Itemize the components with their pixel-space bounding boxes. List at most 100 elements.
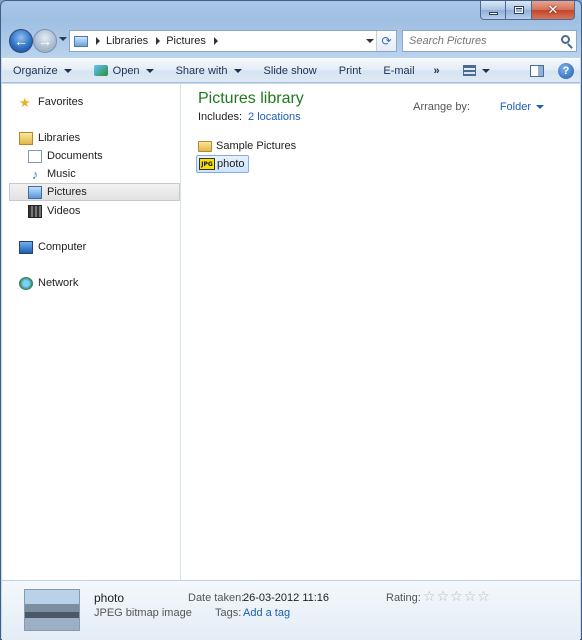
nav-item-computer[interactable]: Computer <box>9 238 181 256</box>
maximize-icon <box>513 6 524 14</box>
caption-buttons: ✕ <box>480 1 575 20</box>
rating-control[interactable]: ☆ ☆ ☆ ☆ ☆ <box>423 590 491 604</box>
star-icon[interactable]: ☆ <box>423 590 436 604</box>
chevron-down-icon <box>481 68 490 73</box>
nav-item-music[interactable]: ♪ Music <box>28 165 180 183</box>
star-icon: ★ <box>19 94 31 110</box>
command-bar: Organize Open Share with Slide show Prin… <box>2 58 580 83</box>
nav-item-pictures[interactable]: Pictures <box>9 183 180 201</box>
chevron-down-icon <box>536 105 544 109</box>
search-input[interactable] <box>409 35 559 47</box>
list-item[interactable]: JPG photo <box>196 155 249 173</box>
computer-icon <box>19 240 33 254</box>
date-taken-value[interactable]: 26-03-2012 11:16 <box>243 592 329 604</box>
view-icon <box>462 65 476 76</box>
nav-label: Network <box>38 277 79 289</box>
nav-item-libraries[interactable]: Libraries <box>9 129 181 147</box>
slide-show-button[interactable]: Slide show <box>253 60 328 82</box>
organize-button[interactable]: Organize <box>2 60 83 82</box>
details-file-type: JPEG bitmap image <box>94 607 192 619</box>
minimize-button[interactable] <box>480 1 506 20</box>
locations-link[interactable]: 2 locations <box>248 111 301 123</box>
jpg-file-icon: JPG <box>199 158 215 170</box>
help-icon[interactable]: ? <box>558 62 574 79</box>
arrange-by-dropdown[interactable]: Folder <box>500 101 544 113</box>
slide-show-label: Slide show <box>263 64 317 77</box>
breadcrumb-separator-icon[interactable] <box>156 37 161 45</box>
nav-label: Pictures <box>47 186 87 198</box>
chevron-down-icon <box>233 68 242 73</box>
nav-label: Documents <box>47 150 103 162</box>
maximize-button[interactable] <box>506 1 532 20</box>
open-label: Open <box>112 64 140 77</box>
file-name: photo <box>217 158 245 170</box>
nav-item-network[interactable]: Network <box>9 274 181 292</box>
library-includes: Includes: 2 locations <box>198 111 301 123</box>
nav-label: Videos <box>47 205 81 217</box>
includes-label: Includes: <box>198 111 243 123</box>
date-taken-label: Date taken: <box>188 592 245 604</box>
explorer-window: ✕ ← → Libraries Pictures ⟳ Organize Open <box>0 0 582 640</box>
breadcrumb-libraries[interactable]: Libraries <box>106 35 148 47</box>
navigation-row: ← → Libraries Pictures ⟳ <box>7 27 577 55</box>
nav-item-videos[interactable]: Videos <box>28 202 180 220</box>
pictures-library-icon <box>74 35 88 47</box>
star-icon[interactable]: ☆ <box>450 590 463 604</box>
open-button[interactable]: Open <box>83 60 165 82</box>
library-title: Pictures library <box>198 90 304 107</box>
nav-item-documents[interactable]: Documents <box>28 147 180 165</box>
details-file-name: photo <box>94 591 125 605</box>
photo-thumbnail <box>24 589 80 631</box>
forward-arrow-icon: → <box>38 33 52 49</box>
arrange-by-value: Folder <box>499 101 531 113</box>
network-icon <box>19 276 33 290</box>
music-icon: ♪ <box>31 166 39 182</box>
details-pane: photo JPEG bitmap image Date taken: 26-0… <box>2 580 580 640</box>
list-item[interactable]: Sample Pictures <box>196 137 299 155</box>
tags-label: Tags: <box>215 607 242 619</box>
star-icon[interactable]: ☆ <box>437 590 450 604</box>
close-button[interactable]: ✕ <box>532 1 575 20</box>
rating-label: Rating: <box>386 592 421 604</box>
forward-button[interactable]: → <box>33 29 57 53</box>
organize-label: Organize <box>13 64 58 77</box>
add-tag-field[interactable]: Add a tag <box>243 607 290 619</box>
change-view-button[interactable] <box>448 60 501 82</box>
print-button[interactable]: Print <box>328 60 373 82</box>
minimize-icon <box>488 11 498 15</box>
star-icon[interactable]: ☆ <box>464 590 477 604</box>
email-button[interactable]: E-mail <box>372 60 425 82</box>
address-bar[interactable]: Libraries Pictures ⟳ <box>69 30 397 52</box>
address-history-dropdown-icon[interactable] <box>366 39 374 43</box>
preview-pane-icon[interactable] <box>530 64 544 77</box>
nav-label: Computer <box>38 241 87 253</box>
more-commands-button[interactable]: » <box>426 60 448 82</box>
nav-label: Libraries <box>38 132 81 144</box>
breadcrumb-separator-icon[interactable] <box>96 37 100 45</box>
nav-label: Favorites <box>38 96 84 108</box>
nav-item-favorites[interactable]: ★ Favorites <box>9 93 181 111</box>
arrange-by-label: Arrange by: <box>413 101 470 113</box>
videos-icon <box>28 204 42 218</box>
back-arrow-icon: ← <box>14 33 28 49</box>
refresh-icon: ⟳ <box>381 34 392 48</box>
search-icon[interactable] <box>561 35 570 44</box>
documents-icon <box>28 149 42 163</box>
print-label: Print <box>338 64 362 77</box>
search-box[interactable] <box>402 30 577 52</box>
recent-pages-dropdown[interactable] <box>59 37 67 41</box>
refresh-button[interactable]: ⟳ <box>376 31 396 51</box>
pictures-icon <box>28 185 42 199</box>
chevron-down-icon <box>63 68 72 73</box>
chevron-down-icon <box>145 68 154 73</box>
breadcrumb-separator-icon[interactable] <box>213 37 218 45</box>
share-with-button[interactable]: Share with <box>165 60 253 82</box>
navigation-pane: ★ Favorites Libraries Documents ♪ Music … <box>2 84 181 580</box>
breadcrumb-pictures[interactable]: Pictures <box>166 35 206 47</box>
star-icon[interactable]: ☆ <box>477 590 490 604</box>
close-icon: ✕ <box>547 2 559 18</box>
back-button[interactable]: ← <box>9 29 33 53</box>
email-label: E-mail <box>383 64 415 77</box>
file-name: Sample Pictures <box>216 140 297 152</box>
folder-icon <box>198 140 212 152</box>
